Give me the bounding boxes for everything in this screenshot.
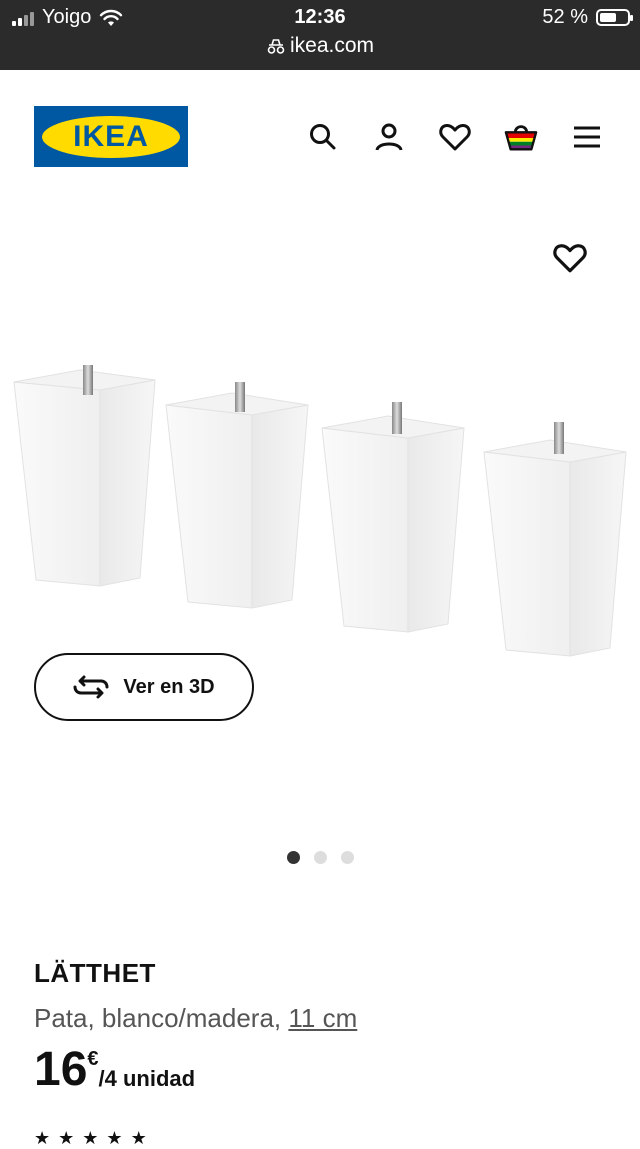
leg-4 [483,422,627,657]
star-icon: ★ [130,1128,147,1148]
product-description: Pata, blanco/madera, 11 cm [34,1003,614,1034]
carousel-dots [0,851,640,864]
view-3d-button[interactable]: Ver en 3D [34,653,254,721]
status-bar: Yoigo 12:36 52 % ikea.com [0,0,640,70]
header-actions [306,120,604,154]
carousel-dot-3[interactable] [340,851,354,864]
price: 16 € /4 unidad [34,1046,614,1094]
favorite-heart-icon[interactable] [553,242,589,278]
product-gallery[interactable]: Ver en 3D [0,200,640,900]
rotate-3d-icon [73,675,109,699]
product-info: LÄTTHET Pata, blanco/madera, 11 cm 16 € … [34,958,614,1094]
leg-2 [165,382,309,609]
search-icon[interactable] [306,120,340,154]
logo-text: IKEA [42,115,180,158]
address-bar[interactable]: ikea.com [0,34,640,58]
star-icon: ★ [82,1128,99,1148]
description-text: Pata, blanco/madera, [34,1003,289,1033]
price-currency: € [87,1048,99,1070]
heart-icon[interactable] [438,120,472,154]
url-text: ikea.com [289,34,375,57]
star-icon: ★ [58,1128,75,1148]
leg-1 [13,365,156,587]
star-icon: ★ [106,1128,123,1148]
battery-icon [596,9,633,26]
product-image [13,365,627,657]
basket-icon[interactable] [504,120,538,154]
price-unit: /4 unidad [98,1066,196,1091]
status-right: 52 % [542,6,633,29]
product-name: LÄTTHET [34,958,156,988]
ikea-logo[interactable]: IKEA [34,106,188,167]
carousel-dot-1[interactable] [286,851,300,864]
incognito-icon [267,39,285,54]
rating-stars[interactable]: ★ ★ ★ ★ ★ [34,1128,147,1149]
user-icon[interactable] [372,120,406,154]
star-icon: ★ [34,1128,51,1148]
menu-icon[interactable] [570,120,604,154]
carousel-dot-2[interactable] [313,851,327,864]
price-integer: 16 [34,1043,88,1096]
leg-3 [321,402,465,633]
site-header: IKEA [0,70,640,200]
view-3d-label: Ver en 3D [123,675,215,698]
size-link[interactable]: 11 cm [288,1003,357,1033]
battery-label: 52 % [542,6,588,28]
